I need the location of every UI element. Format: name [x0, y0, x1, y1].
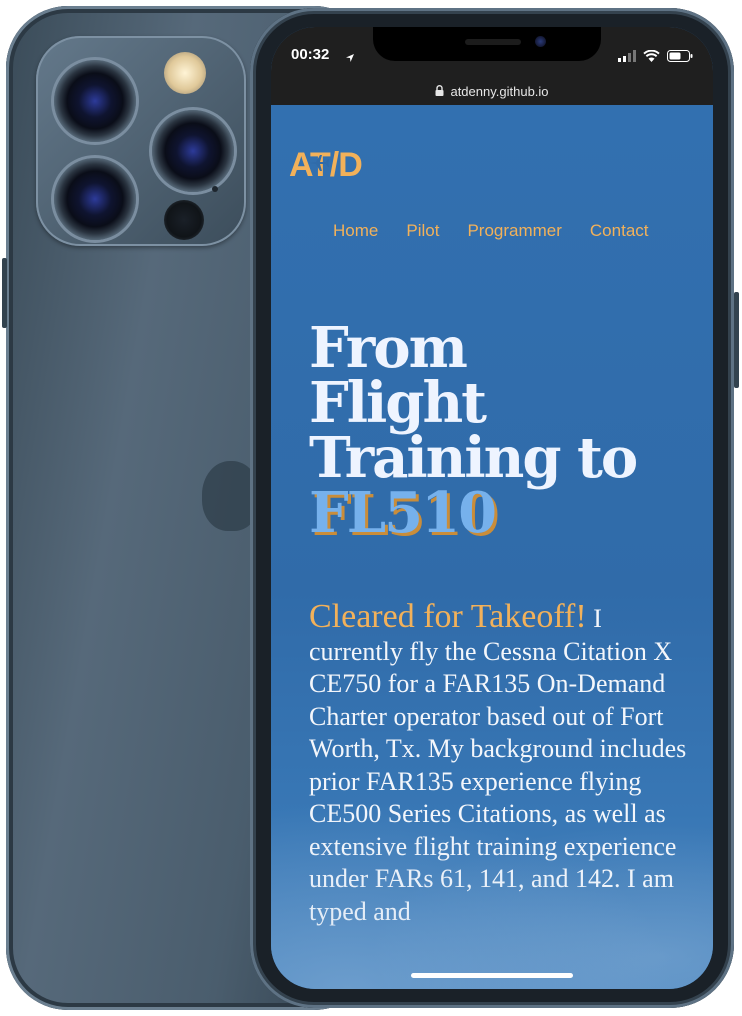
airplane-icon — [308, 154, 330, 176]
phone-screen: 00:32 atdenny.github.io AT/D Home Pilot … — [271, 27, 713, 989]
status-icons — [618, 47, 693, 66]
nav-programmer[interactable]: Programmer — [467, 221, 561, 241]
hero-line-3: Training to — [309, 424, 638, 491]
hero-line-1: From — [309, 315, 468, 381]
side-button — [2, 258, 7, 328]
nav-contact[interactable]: Contact — [590, 221, 649, 241]
notch — [373, 27, 601, 61]
camera-lens — [152, 110, 234, 192]
earpiece — [465, 39, 521, 45]
microphone — [212, 186, 218, 192]
website: AT/D Home Pilot Programmer Contact From … — [271, 105, 713, 989]
signal-icon — [618, 47, 636, 66]
site-logo[interactable]: AT/D — [289, 145, 384, 185]
flash — [164, 52, 206, 94]
address-bar[interactable]: atdenny.github.io — [271, 77, 713, 105]
nav-home[interactable]: Home — [333, 221, 378, 241]
url-text[interactable]: atdenny.github.io — [450, 84, 548, 99]
camera-module — [36, 36, 246, 246]
intro-lead: Cleared for Takeoff! — [309, 598, 587, 635]
camera-lens — [54, 60, 136, 142]
location-arrow-icon — [345, 48, 355, 67]
lidar-sensor — [164, 200, 204, 240]
home-indicator[interactable] — [411, 973, 573, 978]
hero-heading: From Flight Training to FL510 — [309, 315, 699, 546]
power-button — [734, 292, 739, 388]
front-camera — [535, 36, 546, 47]
intro-body: I currently fly the Cessna Citation X CE… — [309, 604, 687, 926]
hero-accent: FL510 — [309, 479, 497, 546]
status-time: 00:32 — [291, 46, 330, 63]
camera-lens — [54, 158, 136, 240]
status-bar: 00:32 — [271, 27, 713, 77]
main-nav: Home Pilot Programmer Contact — [333, 221, 649, 241]
hero-line-2: Flight — [309, 369, 487, 436]
wifi-icon — [643, 47, 660, 66]
battery-icon — [667, 47, 693, 66]
lock-icon — [435, 84, 444, 99]
intro-paragraph: Cleared for Takeoff! I currently fly the… — [309, 598, 689, 928]
nav-pilot[interactable]: Pilot — [406, 221, 439, 241]
